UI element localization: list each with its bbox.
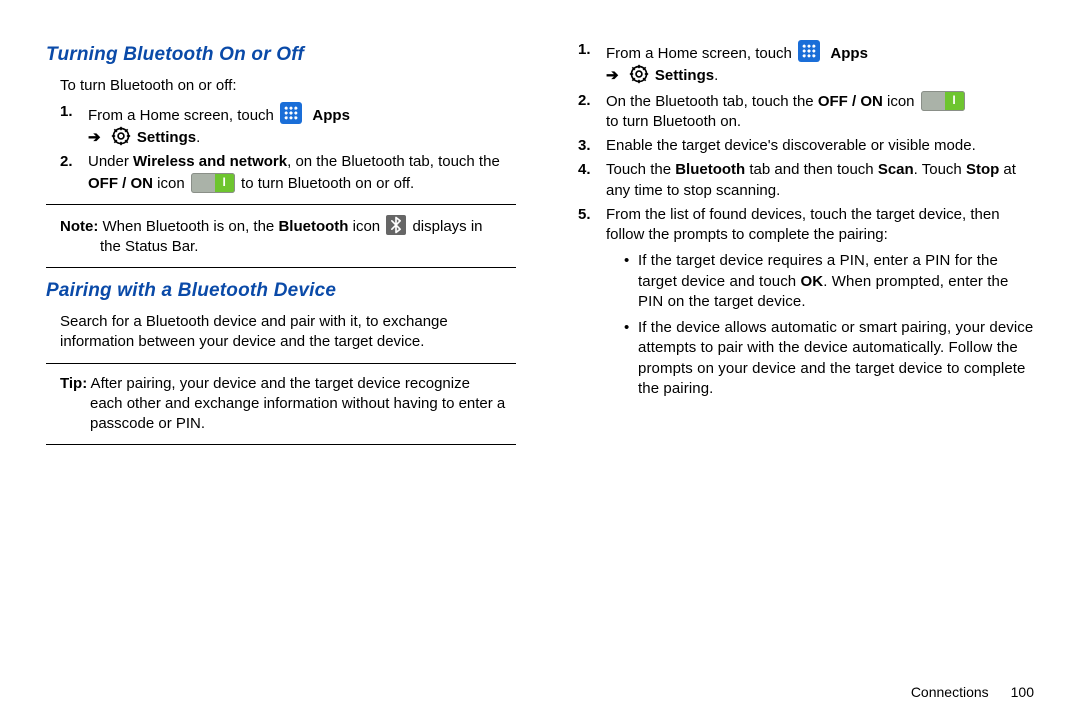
step-text: to turn Bluetooth on or off. bbox=[241, 175, 414, 192]
step-number: 1. bbox=[578, 40, 591, 60]
divider bbox=[46, 444, 516, 445]
pairing-intro: Search for a Bluetooth device and pair w… bbox=[60, 312, 516, 353]
step-text: On the Bluetooth tab, touch the bbox=[606, 93, 818, 110]
sub-bullets: If the target device requires a PIN, ent… bbox=[624, 251, 1034, 399]
period: . bbox=[196, 129, 200, 146]
arrow-icon: ➔ bbox=[606, 67, 619, 84]
bluetooth-icon bbox=[386, 215, 406, 235]
bold: OFF / ON bbox=[818, 93, 883, 110]
tip-text: each other and exchange information with… bbox=[90, 394, 516, 435]
right-column: 1. From a Home screen, touch Apps ➔ Sett… bbox=[564, 36, 1034, 455]
bold: Stop bbox=[966, 161, 999, 178]
footer-section: Connections bbox=[911, 684, 989, 700]
bullet-text: If the device allows automatic or smart … bbox=[638, 319, 1033, 397]
step-text: From the list of found devices, touch th… bbox=[606, 206, 1000, 243]
bold: Bluetooth bbox=[278, 218, 348, 235]
tip-text: After pairing, your device and the targe… bbox=[87, 375, 470, 392]
switch-on-icon bbox=[191, 173, 235, 193]
tip: Tip: After pairing, your device and the … bbox=[60, 374, 516, 435]
settings-label: Settings bbox=[655, 67, 714, 84]
settings-label: Settings bbox=[137, 129, 196, 146]
step-text: to turn Bluetooth on. bbox=[606, 113, 741, 130]
step-text: Under bbox=[88, 153, 133, 170]
step-number: 1. bbox=[60, 102, 73, 122]
note-text: displays in bbox=[412, 218, 482, 235]
divider bbox=[46, 267, 516, 268]
step-text: Enable the target device's discoverable … bbox=[606, 137, 976, 154]
settings-icon bbox=[111, 126, 131, 146]
heading-pairing: Pairing with a Bluetooth Device bbox=[46, 278, 516, 304]
settings-icon bbox=[629, 64, 649, 84]
apps-icon bbox=[280, 102, 302, 124]
arrow-icon: ➔ bbox=[88, 129, 101, 146]
tip-label: Tip: bbox=[60, 375, 87, 392]
step-number: 2. bbox=[60, 152, 73, 172]
step-text: , on the Bluetooth tab, touch the bbox=[287, 153, 500, 170]
switch-on-icon bbox=[921, 91, 965, 111]
note-label: Note: bbox=[60, 218, 98, 235]
period: . bbox=[714, 67, 718, 84]
note-text: icon bbox=[348, 218, 384, 235]
step-number: 5. bbox=[578, 205, 591, 225]
note: Note: When Bluetooth is on, the Bluetoot… bbox=[60, 215, 516, 258]
note-text: When Bluetooth is on, the bbox=[98, 218, 278, 235]
heading-turning-bluetooth: Turning Bluetooth On or Off bbox=[46, 42, 516, 68]
step-number: 4. bbox=[578, 160, 591, 180]
step-text: icon bbox=[153, 175, 189, 192]
left-column: Turning Bluetooth On or Off To turn Blue… bbox=[46, 36, 516, 455]
divider bbox=[46, 363, 516, 364]
right-steps: 1. From a Home screen, touch Apps ➔ Sett… bbox=[578, 40, 1034, 399]
step-number: 3. bbox=[578, 136, 591, 156]
apps-label: Apps bbox=[308, 107, 350, 124]
page-footer: Connections 100 bbox=[911, 683, 1034, 702]
list-item: If the target device requires a PIN, ent… bbox=[624, 251, 1034, 312]
bold: Wireless and network bbox=[133, 153, 287, 170]
step-text: From a Home screen, touch bbox=[88, 107, 278, 124]
list-item: If the device allows automatic or smart … bbox=[624, 318, 1034, 399]
apps-icon bbox=[798, 40, 820, 62]
bold: OK bbox=[801, 273, 824, 290]
footer-page: 100 bbox=[1011, 684, 1034, 700]
divider bbox=[46, 204, 516, 205]
step-text: . Touch bbox=[914, 161, 966, 178]
step-text: tab and then touch bbox=[745, 161, 878, 178]
note-text: the Status Bar. bbox=[100, 237, 516, 257]
bold: OFF / ON bbox=[88, 175, 153, 192]
bold: Bluetooth bbox=[675, 161, 745, 178]
step-number: 2. bbox=[578, 91, 591, 111]
step-text: icon bbox=[883, 93, 919, 110]
apps-label: Apps bbox=[826, 45, 868, 62]
left-steps: 1. From a Home screen, touch Apps ➔ Sett… bbox=[60, 102, 516, 194]
step-text: From a Home screen, touch bbox=[606, 45, 796, 62]
step-text: Touch the bbox=[606, 161, 675, 178]
intro-text: To turn Bluetooth on or off: bbox=[60, 76, 516, 96]
bold: Scan bbox=[878, 161, 914, 178]
